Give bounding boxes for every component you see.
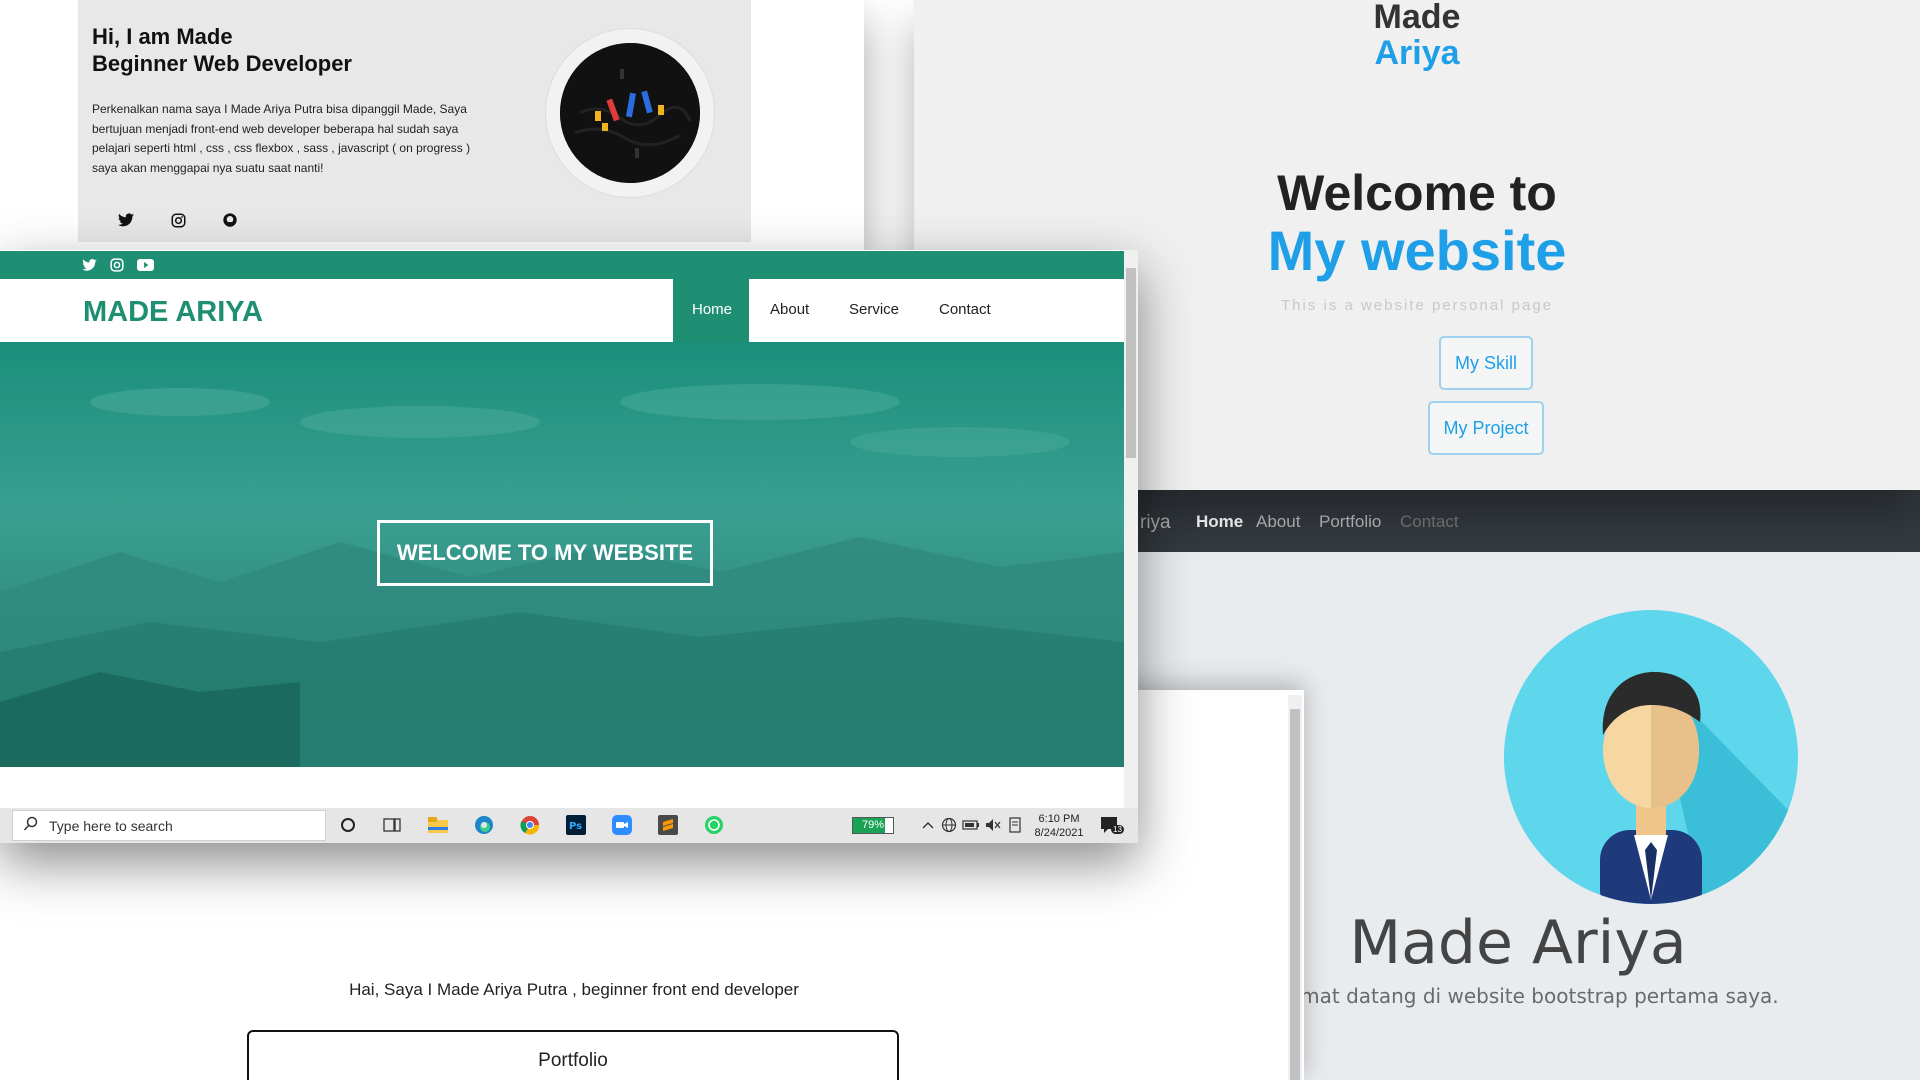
- nav-about[interactable]: About: [770, 301, 809, 318]
- hero-banner: WELCOME TO MY WEBSITE: [0, 342, 1124, 767]
- avatar-illustration: [1504, 610, 1798, 904]
- nav-service[interactable]: Service: [849, 301, 899, 318]
- portfolio-button[interactable]: Portfolio: [247, 1030, 899, 1080]
- brand-name-first: Made: [1373, 0, 1461, 36]
- search-icon: [23, 816, 39, 837]
- instagram-icon[interactable]: [108, 256, 126, 274]
- browser-scrollbar-thumb[interactable]: [1126, 268, 1136, 458]
- intro-panel: Hi, I am Made Beginner Web Developer Per…: [78, 0, 751, 242]
- nav-about[interactable]: About: [1256, 512, 1300, 532]
- whatsapp-icon[interactable]: [704, 815, 724, 835]
- edge-browser-icon[interactable]: [474, 815, 494, 835]
- notification-icon[interactable]: 13: [1100, 815, 1124, 835]
- twitter-icon[interactable]: [80, 256, 98, 274]
- instagram-icon[interactable]: [168, 210, 188, 230]
- windows-taskbar: Type here to search Ps 79% 6:10 PM 8/24/…: [0, 808, 1138, 843]
- github-icon[interactable]: [220, 210, 240, 230]
- site-logo[interactable]: MADE ARIYA: [83, 296, 263, 329]
- scrollbar[interactable]: [1288, 695, 1302, 1080]
- brand-name-last: Ariya: [1374, 34, 1460, 72]
- clock-date: 8/24/2021: [1034, 827, 1084, 839]
- logo-avatar-icon: [560, 43, 700, 183]
- site-header: MADE ARIYA Home About Service Contact: [0, 279, 1124, 342]
- svg-text:Ps: Ps: [569, 821, 582, 832]
- clock-time: 6:10 PM: [1038, 813, 1080, 825]
- nav-home[interactable]: Home: [1196, 512, 1243, 532]
- social-topbar: [0, 251, 1124, 279]
- intro-greeting: Hi, I am Made: [92, 24, 233, 49]
- hero-title: WELCOME TO MY WEBSITE: [377, 520, 713, 586]
- nav-contact[interactable]: Contact: [1400, 512, 1459, 532]
- intro-description: Perkenalkan nama saya I Made Ariya Putra…: [92, 102, 471, 175]
- nav-contact[interactable]: Contact: [939, 301, 991, 318]
- zoom-icon[interactable]: [612, 815, 632, 835]
- simple-intro-text: Hai, Saya I Made Ariya Putra , beginner …: [349, 980, 799, 999]
- file-explorer-icon[interactable]: [428, 815, 448, 835]
- speaker-muted-icon[interactable]: [983, 815, 1003, 835]
- cortana-icon[interactable]: [338, 815, 358, 835]
- my-skill-button[interactable]: My Skill: [1439, 336, 1533, 390]
- bootstrap-navbar: riya Home About Portfolio Contact: [1116, 490, 1920, 552]
- youtube-icon[interactable]: [136, 256, 154, 274]
- taskbar-clock[interactable]: 6:10 PM 8/24/2021: [1024, 812, 1094, 840]
- nav-portfolio[interactable]: Portfolio: [1319, 512, 1381, 532]
- globe-icon[interactable]: [939, 815, 959, 835]
- main-browser-window: MADE ARIYA Home About Service Contact WE…: [0, 250, 1138, 843]
- taskbar-search-input[interactable]: Type here to search: [12, 810, 326, 841]
- chrome-icon[interactable]: [520, 815, 540, 835]
- battery-icon[interactable]: [961, 815, 981, 835]
- navbar-brand[interactable]: riya: [1140, 512, 1171, 534]
- chevron-up-icon[interactable]: [918, 815, 938, 835]
- notification-count: 13: [1111, 825, 1124, 834]
- photoshop-icon[interactable]: Ps: [566, 815, 586, 835]
- sublime-text-icon[interactable]: [658, 815, 678, 835]
- battery-indicator[interactable]: 79%: [852, 817, 894, 834]
- task-view-icon[interactable]: [382, 815, 402, 835]
- browser-scrollbar[interactable]: [1124, 250, 1138, 808]
- battery-label: 79%: [861, 819, 885, 831]
- intro-page-screenshot: Hi, I am Made Beginner Web Developer Per…: [0, 0, 864, 250]
- keyboard-language-icon[interactable]: [1005, 815, 1025, 835]
- my-project-button[interactable]: My Project: [1428, 401, 1544, 455]
- welcome-heading-line1: Welcome to: [1277, 165, 1557, 221]
- nav-home[interactable]: Home: [692, 301, 732, 318]
- search-placeholder: Type here to search: [49, 818, 173, 834]
- twitter-icon[interactable]: [116, 210, 136, 230]
- scrollbar-thumb[interactable]: [1290, 709, 1300, 1080]
- intro-role: Beginner Web Developer: [92, 51, 352, 76]
